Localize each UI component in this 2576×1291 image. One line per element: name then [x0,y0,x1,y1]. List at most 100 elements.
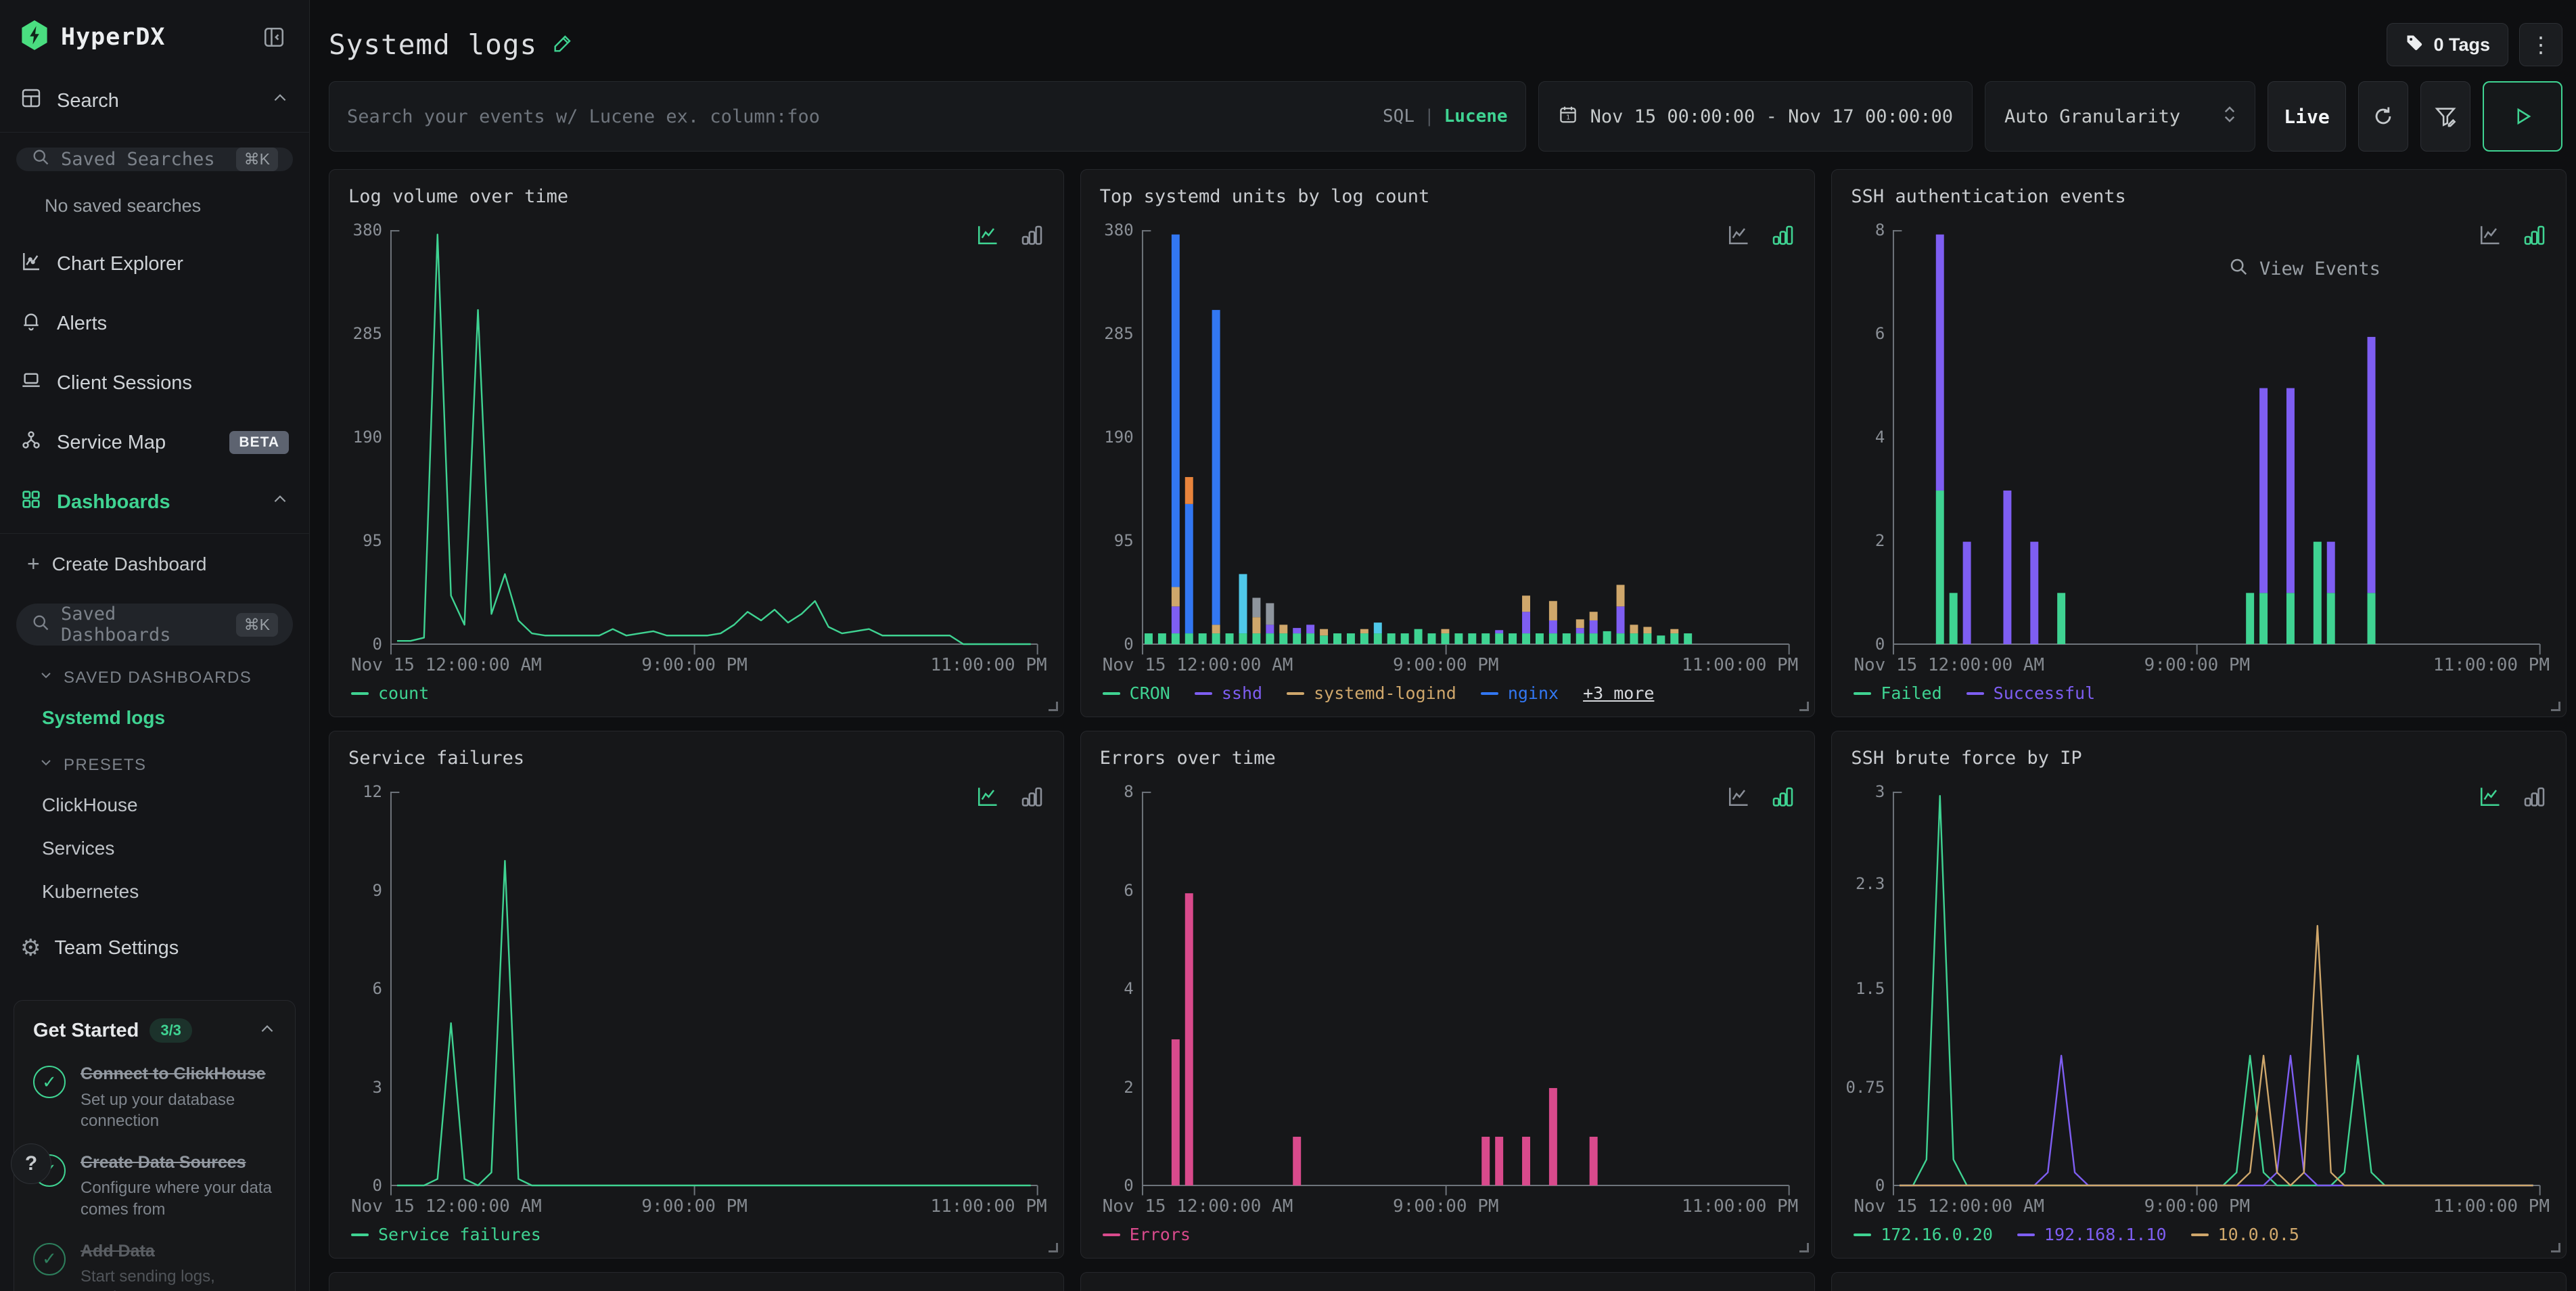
x-axis-tick-label: Nov 15 12:00:00 AM [1854,655,2044,675]
saved-dashboards-input[interactable]: Saved Dashboards ⌘K [16,604,293,646]
help-button[interactable]: ? [11,1143,51,1184]
bar-chart-icon[interactable] [2521,223,2546,250]
legend-item[interactable]: count [351,683,429,703]
tags-button[interactable]: 0 Tags [2387,23,2508,66]
hyperdx-logo-icon [20,20,49,53]
x-axis-tick-label: 11:00:00 PM [930,655,1046,675]
y-axis-tick-label: 380 [353,221,382,240]
sidebar-item-kubernetes[interactable]: Kubernetes [0,870,309,913]
y-axis-tick-label: 12 [363,782,382,801]
x-axis-tick-label: Nov 15 12:00:00 AM [1854,1196,2044,1217]
legend-more-link[interactable]: +3 more [1583,683,1654,703]
event-search-input[interactable]: Search your events w/ Lucene ex. column:… [329,81,1526,152]
panel-resize-handle[interactable] [2551,702,2560,711]
sidebar-item-alerts[interactable]: Alerts [0,294,309,353]
sidebar-item-search[interactable]: Search [0,71,309,131]
get-started-step-connect[interactable]: ✓ Connect to ClickHouse Set up your data… [33,1063,276,1131]
step-title: Connect to ClickHouse [80,1064,266,1083]
legend-item[interactable]: CRON [1103,683,1170,703]
y-axis-tick-label: 95 [1114,531,1134,550]
date-range-picker[interactable]: 1 Nov 15 00:00:00 - Nov 17 00:00:00 [1538,81,1973,152]
saved-searches-input[interactable]: Saved Searches ⌘K [16,148,293,171]
presets-group-header[interactable]: PRESETS [0,740,309,784]
sidebar-item-dashboards[interactable]: Dashboards [0,472,309,532]
sidebar-item-systemd-logs[interactable]: Systemd logs [0,696,309,740]
bar-chart-icon[interactable] [1770,223,1794,250]
sidebar-item-team-settings[interactable]: ⚙ Team Settings [0,913,309,982]
panel-resize-handle[interactable] [1799,1243,1809,1252]
legend-swatch [1854,692,1871,695]
y-axis-tick-label: 190 [1104,428,1133,447]
sql-toggle[interactable]: SQL [1383,106,1414,127]
step-description: Set up your database connection [80,1089,276,1131]
legend-item[interactable]: systemd-logind [1287,683,1456,703]
legend-item[interactable]: nginx [1481,683,1559,703]
refresh-button[interactable] [2358,81,2408,152]
line-chart-icon[interactable] [975,223,1000,250]
legend-item[interactable]: Errors [1103,1225,1191,1244]
lucene-toggle[interactable]: Lucene [1444,106,1508,127]
legend-swatch [1195,692,1212,695]
granularity-value: Auto Granularity [2004,106,2180,127]
svg-text:1: 1 [1566,114,1570,121]
view-events-button[interactable]: View Events [2228,256,2380,281]
view-events-label: View Events [2259,258,2380,279]
bar-chart-icon[interactable] [1770,784,1794,812]
sidebar-item-chart-explorer[interactable]: Chart Explorer [0,234,309,294]
sidebar-item-client-sessions[interactable]: Client Sessions [0,353,309,413]
panel-resize-handle[interactable] [2551,1243,2560,1252]
edit-title-icon[interactable] [552,32,574,58]
toggle-separator: | [1424,106,1435,127]
get-started-header[interactable]: Get Started 3/3 [33,1018,276,1043]
create-dashboard-button[interactable]: + Create Dashboard [0,535,309,590]
run-query-button[interactable] [2483,81,2562,152]
panel-resize-handle[interactable] [1799,702,1809,711]
legend-item[interactable]: sshd [1195,683,1262,703]
plot-area: 86420Nov 15 12:00:00 AM9:00:00 PM11:00:0… [1893,230,2540,644]
sidebar-item-label: Client Sessions [57,372,192,394]
legend-label: Service failures [378,1225,541,1244]
chart-type-toggle [1726,223,1794,250]
legend-label: count [378,683,429,703]
line-chart-icon[interactable] [2478,223,2502,250]
app-root: HyperDX Search Saved Searches ⌘K No save… [0,0,2576,1291]
chevron-up-icon [271,491,289,514]
legend-item[interactable]: Service failures [351,1225,541,1244]
line-chart-icon[interactable] [1726,784,1751,812]
y-axis-tick-label: 8 [1124,782,1133,801]
live-button[interactable]: Live [2268,81,2346,152]
dashboards-icon [20,489,42,516]
legend-label: 10.0.0.5 [2218,1225,2299,1244]
sidebar-collapse-icon[interactable] [259,22,289,52]
legend-item[interactable]: 10.0.0.5 [2191,1225,2299,1244]
panel-resize-handle[interactable] [1049,1243,1058,1252]
legend-swatch [1967,692,1984,695]
dashboard-menu-button[interactable]: ⋮ [2519,23,2562,66]
bar-chart-icon[interactable] [2521,784,2546,812]
get-started-step-add-data[interactable]: ✓ Add Data Start sending logs, metrics, … [33,1240,276,1291]
get-started-step-sources[interactable]: ✓ Create Data Sources Configure where yo… [33,1152,276,1220]
chart-legend: count [348,682,1044,710]
filter-edit-button[interactable] [2420,81,2470,152]
sidebar-item-service-map[interactable]: Service Map BETA [0,413,309,472]
line-chart-icon[interactable] [1726,223,1751,250]
bar-chart-icon[interactable] [1019,223,1043,250]
x-axis-tick-label: 9:00:00 PM [2144,1196,2251,1217]
chart-legend: Failed Successful [1851,682,2547,710]
legend-item[interactable]: Successful [1967,683,2096,703]
y-axis-tick-label: 4 [1124,979,1133,998]
sidebar-item-services[interactable]: Services [0,827,309,870]
sidebar-item-clickhouse[interactable]: ClickHouse [0,784,309,827]
get-started-title: Get Started [33,1020,139,1042]
bar-chart-icon[interactable] [1019,784,1043,812]
saved-dashboards-group-header[interactable]: SAVED DASHBOARDS [0,652,309,696]
line-chart-icon[interactable] [2478,784,2502,812]
panel-resize-handle[interactable] [1049,702,1058,711]
legend-item[interactable]: 172.16.0.20 [1854,1225,1993,1244]
granularity-select[interactable]: Auto Granularity [1985,81,2255,152]
line-chart-icon[interactable] [975,784,1000,812]
dashboard-panel-peek [1080,1272,1816,1291]
legend-item[interactable]: Failed [1854,683,1941,703]
chevron-up-icon[interactable] [258,1020,276,1041]
legend-item[interactable]: 192.168.1.10 [2017,1225,2167,1244]
